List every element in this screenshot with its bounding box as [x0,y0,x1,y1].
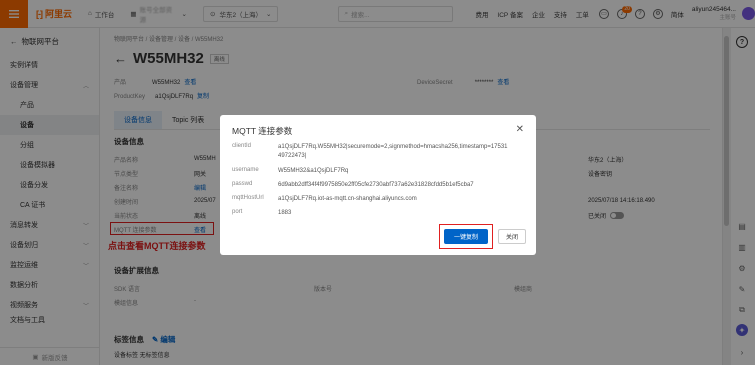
copy-all-button[interactable]: 一键复制 [444,229,488,244]
close-button[interactable]: 关闭 [498,229,526,244]
param-row-username: username W55MH32&a1QsjDLF7Rq [232,167,349,174]
modal-title: MQTT 连接参数 [232,126,293,136]
param-row-host: mqttHostUrl a1QsjDLF7Rq.iot-as-mqtt.cn-sh… [232,195,417,202]
param-row-passwd: passwd 6d9abb2dff34f4f9975850e2ff05cfe273… [232,181,474,188]
param-row-port: port 1883 [232,209,292,216]
mqtt-modal: MQTT 连接参数 ✕ clientId a1QsjDLF7Rq.W55MH32|… [220,115,536,255]
close-icon[interactable]: ✕ [516,124,524,135]
param-row-clientid: clientId a1QsjDLF7Rq.W55MH32|securemode=2… [232,143,508,159]
